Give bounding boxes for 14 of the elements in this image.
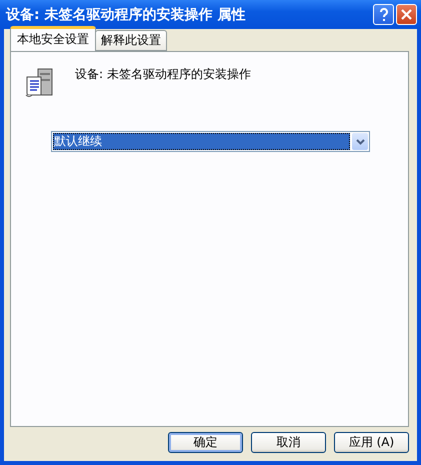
help-icon	[378, 8, 388, 22]
help-button[interactable]	[373, 4, 394, 25]
dialog-button[interactable]: 确定	[168, 432, 243, 453]
setting-dropdown[interactable]: 默认继续	[51, 131, 370, 152]
close-button[interactable]	[396, 4, 417, 25]
close-icon	[401, 9, 412, 20]
tab[interactable]: 本地安全设置	[10, 26, 96, 51]
chevron-down-icon	[356, 138, 364, 144]
dialog-button[interactable]: 应用 (A)	[334, 432, 409, 453]
dialog-button[interactable]: 取消	[251, 432, 326, 453]
server-document-icon	[25, 66, 55, 98]
window-title: 设备: 未签名驱动程序的安装操作 属性	[6, 6, 246, 24]
tab[interactable]: 解释此设置	[95, 30, 167, 51]
policy-name: 设备: 未签名驱动程序的安装操作	[75, 66, 251, 83]
